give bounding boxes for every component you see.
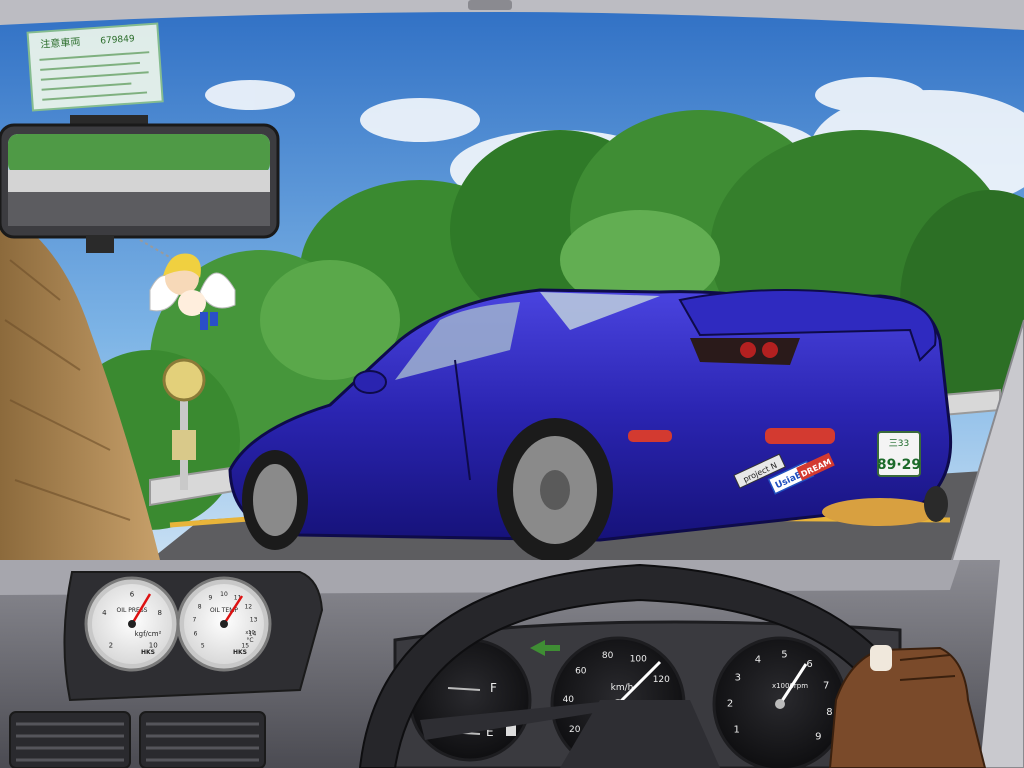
oil-temp-gauge: 56789 10 1112131415 OIL TEMP x10 °C HKS bbox=[176, 576, 272, 672]
oil-temp-unit: °C bbox=[246, 637, 253, 644]
oil-temp-tick-label: 7 bbox=[192, 616, 196, 623]
oil-temp-tick-label: 13 bbox=[250, 616, 258, 623]
tach-tick-label: 6 bbox=[806, 659, 812, 670]
oil-press-tick-label: 4 bbox=[102, 609, 107, 617]
oil-temp-tick-label: 12 bbox=[244, 604, 252, 611]
tachometer: 123456789 x1000rpm bbox=[712, 636, 848, 768]
oil-press-unit: kgf/cm² bbox=[135, 630, 162, 638]
oil-temp-brand: HKS bbox=[233, 649, 247, 656]
ac-vent-center bbox=[139, 711, 266, 768]
tach-tick-label: 9 bbox=[815, 732, 821, 743]
plate-region: 三33 bbox=[889, 439, 909, 449]
tach-tick-label: 4 bbox=[755, 655, 761, 666]
tach-tick-label: 5 bbox=[781, 650, 787, 661]
mirror-mount bbox=[468, 0, 512, 10]
speed-tick-label: 40 bbox=[563, 695, 575, 705]
side-marker bbox=[628, 430, 672, 442]
oil-press-tick-label: 8 bbox=[157, 609, 161, 617]
illustration-canvas: 三33 89·29 project N UsiaBe DREAM 注意車両 67 bbox=[0, 0, 1024, 768]
oil-temp-tick-label: 5 bbox=[201, 642, 205, 649]
speed-tick-label: 120 bbox=[653, 675, 670, 685]
oil-press-brand: HKS bbox=[141, 649, 155, 656]
tach-tick-label: 8 bbox=[826, 707, 832, 718]
oil-temp-tick-label: 8 bbox=[198, 604, 202, 611]
racing-illustration: 三33 89·29 project N UsiaBe DREAM 注意車両 67 bbox=[0, 0, 1024, 768]
fuel-full-label: F bbox=[490, 681, 497, 695]
oil-press-tick-label: 2 bbox=[109, 642, 113, 650]
oil-press-gauge: 246810 OIL PRESS kgf/cm² HKS bbox=[84, 576, 180, 672]
license-plate: 三33 89·29 bbox=[877, 431, 921, 477]
oil-temp-tick-label: 6 bbox=[194, 630, 198, 637]
oil-press-tick-label: 6 bbox=[130, 591, 135, 599]
tach-tick-label: 3 bbox=[735, 673, 741, 684]
speed-tick-label: 20 bbox=[569, 725, 581, 735]
speed-tick-label: 60 bbox=[575, 667, 587, 677]
rear-reflector bbox=[765, 428, 835, 444]
tach-tick-label: 2 bbox=[727, 698, 733, 709]
oil-temp-tick-label: 10 bbox=[220, 591, 228, 598]
oil-temp-tick-label: 9 bbox=[208, 594, 212, 601]
rear-wheel bbox=[497, 418, 613, 562]
tach-tick-label: 7 bbox=[823, 680, 829, 691]
ac-vent-left bbox=[9, 711, 131, 768]
plate-number: 89·29 bbox=[877, 457, 921, 473]
speed-tick-label: 100 bbox=[630, 655, 647, 665]
front-wheel bbox=[242, 450, 308, 550]
oil-temp-multiplier: x10 bbox=[245, 630, 254, 636]
rearview-mirror bbox=[0, 115, 280, 253]
speed-tick-label: 80 bbox=[602, 651, 614, 661]
parking-ticket: 注意車両 679849 bbox=[26, 22, 164, 112]
side-mirror bbox=[353, 370, 387, 394]
tach-tick-label: 1 bbox=[734, 725, 740, 736]
